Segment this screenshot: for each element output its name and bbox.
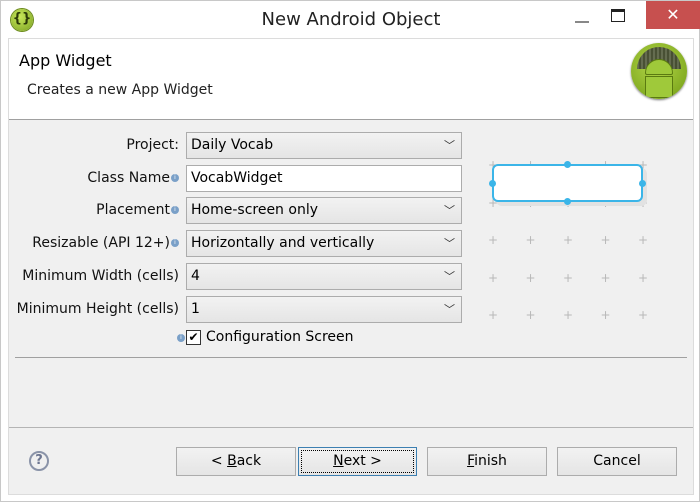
grid-cell-marker: + — [525, 270, 536, 285]
back-button[interactable]: < Back — [176, 447, 296, 476]
separator — [9, 427, 693, 428]
chevron-down-icon: ﹀ — [444, 237, 455, 250]
grid-cell-marker: + — [600, 308, 611, 322]
grid-cell-marker: + — [600, 233, 611, 247]
chevron-down-icon: ﹀ — [444, 139, 455, 152]
separator — [15, 357, 687, 358]
resize-handle-left[interactable] — [489, 180, 496, 187]
wizard-frame: App Widget Creates a new App Widget Proj… — [8, 38, 694, 495]
chevron-down-icon: ﹀ — [444, 270, 455, 283]
chevron-down-icon: ﹀ — [444, 303, 455, 316]
grid-cell-marker: + — [638, 308, 649, 322]
page-description: Creates a new App Widget — [27, 82, 213, 98]
project-dropdown[interactable]: Daily Vocab ﹀ — [186, 132, 462, 159]
page-title: App Widget — [19, 51, 112, 70]
grid-cell-marker: + — [563, 308, 574, 322]
close-button[interactable]: ✕ — [646, 1, 700, 29]
next-button[interactable]: Next > — [298, 447, 417, 476]
next-mnemonic: N — [333, 453, 344, 469]
project-label: Project: — [126, 137, 179, 153]
grid-cell-marker: + — [638, 233, 649, 247]
finish-label-rest: inish — [474, 453, 507, 469]
resize-handle-right[interactable] — [639, 180, 646, 187]
android-logo-icon — [631, 43, 687, 99]
title-bar: {} New Android Object ✕ — [1, 1, 700, 38]
help-icon[interactable]: ? — [29, 451, 49, 471]
resize-handle-bottom[interactable] — [564, 198, 571, 205]
finish-button[interactable]: Finish — [427, 447, 547, 476]
min-width-label: Minimum Width (cells) — [22, 268, 179, 284]
resizable-label: Resizable (API 12+) — [32, 235, 170, 251]
maximize-button[interactable] — [611, 9, 625, 22]
widget-preview — [492, 164, 643, 202]
grid-cell-marker: + — [488, 233, 499, 247]
grid-cell-marker: + — [600, 270, 611, 285]
resizable-value: Horizontally and vertically — [191, 235, 375, 251]
min-height-value: 1 — [191, 301, 200, 317]
resizable-dropdown[interactable]: Horizontally and vertically ﹀ — [186, 230, 462, 257]
min-width-dropdown[interactable]: 4 ﹀ — [186, 263, 462, 290]
next-label-rest: ext > — [343, 453, 382, 469]
cancel-button[interactable]: Cancel — [557, 447, 677, 476]
class-name-value: VocabWidget — [191, 170, 283, 186]
info-icon: i — [171, 206, 179, 214]
configuration-screen-checkbox[interactable]: ✔ — [186, 330, 201, 345]
back-mnemonic: B — [227, 453, 237, 469]
placement-dropdown[interactable]: Home-screen only ﹀ — [186, 197, 462, 224]
back-label: < — [210, 453, 228, 469]
class-name-input[interactable]: VocabWidget — [186, 165, 462, 192]
placement-label: Placement — [96, 202, 170, 218]
dialog-window: {} New Android Object ✕ App Widget Creat… — [0, 0, 700, 502]
min-height-label: Minimum Height (cells) — [16, 301, 179, 317]
resize-handle-top[interactable] — [564, 161, 571, 168]
checkmark-icon: ✔ — [188, 330, 199, 344]
grid-cell-marker: + — [488, 270, 499, 285]
grid-cell-marker: + — [525, 308, 536, 322]
window-title: New Android Object — [261, 9, 441, 30]
back-label-rest: ack — [236, 453, 262, 469]
info-icon: i — [171, 174, 179, 182]
grid-cell-marker: + — [638, 270, 649, 285]
chevron-down-icon: ﹀ — [444, 204, 455, 217]
min-width-value: 4 — [191, 268, 200, 284]
wizard-header: App Widget Creates a new App Widget — [9, 39, 693, 120]
configuration-screen-label[interactable]: Configuration Screen — [206, 329, 354, 345]
project-value: Daily Vocab — [191, 137, 274, 153]
class-name-label: Class Name — [87, 170, 170, 186]
info-icon: i — [177, 334, 185, 342]
placement-value: Home-screen only — [191, 202, 318, 218]
min-height-dropdown[interactable]: 1 ﹀ — [186, 296, 462, 323]
grid-cell-marker: + — [563, 270, 574, 285]
grid-cell-marker: + — [525, 233, 536, 247]
grid-cell-marker: + — [563, 233, 574, 247]
info-icon: i — [171, 239, 179, 247]
grid-cell-marker: + — [488, 308, 499, 322]
minimize-button[interactable] — [575, 21, 589, 23]
